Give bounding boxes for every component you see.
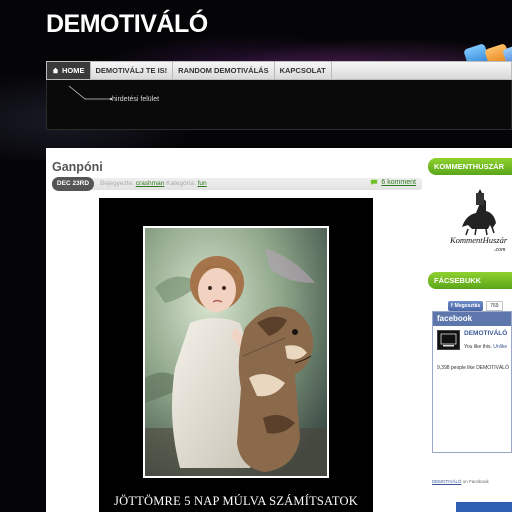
kommenthuszar-logo[interactable]: KommentHuszár .com: [442, 185, 512, 255]
nav-item-random[interactable]: RANDOM DEMOTIVÁLÁS: [173, 62, 275, 79]
kommenthuszar-logo-text-1: KommentHuszár: [449, 235, 508, 245]
poster-photo: [143, 226, 329, 478]
share-label: Megosztás: [454, 303, 481, 309]
post-meta-bar: DEC 23RD Bejegyezte: crashman Kategória:…: [52, 177, 422, 191]
page-thumbnail[interactable]: [437, 330, 460, 350]
share-button[interactable]: f Megosztás: [448, 301, 484, 311]
facebook-footer-suffix: on Facebook: [461, 479, 489, 484]
sidebar-blue-banner[interactable]: [456, 502, 512, 512]
post-meta: Bejegyezte: crashman Kategória: fun: [100, 180, 207, 187]
ad-label: hirdetési felület: [112, 96, 160, 103]
facebook-people-count: 9,398 people like DEMOTIVÁLÓ: [437, 365, 509, 371]
date-badge: DEC 23RD: [52, 177, 94, 191]
widget-title-facsebukk: FÁCSEBUKK: [428, 272, 512, 289]
author-link[interactable]: crashman: [136, 180, 165, 187]
poster-caption: JÖTTÖMRE 5 NAP MÚLVA SZÁMÍTSATOK: [114, 494, 358, 508]
post-title[interactable]: Ganpóni: [52, 160, 103, 174]
home-icon: [52, 67, 59, 74]
comments-link[interactable]: 6 komment: [370, 179, 416, 186]
unlike-link[interactable]: Unlike: [493, 344, 507, 350]
ad-box: hirdetési felület: [46, 80, 512, 130]
post-content: Ganpóni DEC 23RD Bejegyezte: crashman Ka…: [46, 148, 426, 512]
you-like-text: You like this.: [464, 344, 492, 350]
nav-item-kapcsolat[interactable]: KAPCSOLAT: [275, 62, 332, 79]
facebook-footer: DEMOTIVÁLÓ on Facebook: [432, 479, 489, 484]
nav-item-home[interactable]: HOME: [47, 62, 91, 79]
facebook-like-box: facebook DEMOTIVÁLÓ You like this. Unlik…: [432, 311, 512, 453]
ad-pointer-line: [68, 85, 113, 101]
share-count: 769: [486, 301, 503, 311]
kommenthuszar-logo-text-2: .com: [494, 247, 506, 253]
posted-by-label: Bejegyezte:: [100, 180, 134, 187]
comment-bubble-icon: [371, 179, 378, 186]
main-nav: HOME DEMOTIVÁLJ TE IS! RANDOM DEMOTIVÁLÁ…: [46, 61, 512, 80]
poster-photo-illustration: [145, 228, 327, 476]
widget-title-kommenthuszar: KOMMENTHUSZÁR: [428, 158, 512, 175]
facebook-f-icon: f: [451, 303, 453, 309]
comments-count: 6 komment: [381, 179, 416, 186]
nav-item-demotivalj[interactable]: DEMOTIVÁLJ TE IS!: [91, 62, 174, 79]
category-link[interactable]: fun: [198, 180, 207, 187]
sidebar: KOMMENTHUSZÁR KommentHuszár .com FÁCSEBU…: [426, 148, 512, 512]
facebook-footer-link[interactable]: DEMOTIVÁLÓ: [432, 479, 462, 484]
facebook-header[interactable]: facebook: [433, 312, 511, 326]
category-label: Kategória:: [166, 180, 196, 187]
facebook-page-name[interactable]: DEMOTIVÁLÓ: [464, 330, 507, 337]
nav-item-label: HOME: [62, 66, 85, 75]
share-row: f Megosztás 769: [448, 301, 503, 311]
facebook-you-like: You like this. Unlike: [464, 344, 507, 350]
page-thumbnail-image: [440, 333, 457, 347]
demotivational-poster: JÖTTÖMRE 5 NAP MÚLVA SZÁMÍTSATOK: [99, 198, 373, 512]
site-title[interactable]: DEMOTIVÁLÓ: [46, 10, 208, 39]
